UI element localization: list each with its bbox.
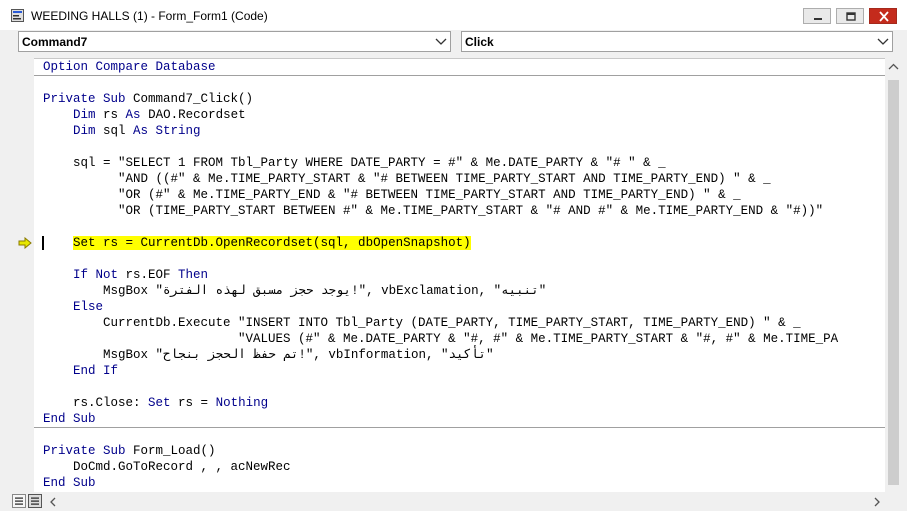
code-line[interactable]: MsgBox "تم حفظ الحجز بنجاح!", vbInformat… bbox=[43, 347, 494, 363]
execution-point-arrow-icon[interactable] bbox=[18, 237, 32, 249]
code-token: Private Sub bbox=[43, 444, 126, 458]
code-line[interactable]: Dim rs As DAO.Recordset bbox=[43, 107, 246, 123]
code-token: rs bbox=[95, 108, 126, 122]
code-line[interactable]: End If bbox=[43, 363, 118, 379]
code-token: MsgBox "تم حفظ الحجز بنجاح!", vbInformat… bbox=[43, 348, 494, 362]
code-token: If Not bbox=[73, 268, 119, 282]
code-token: As bbox=[125, 108, 141, 122]
code-token: Option Compare Database bbox=[43, 60, 216, 74]
code-line[interactable]: CurrentDb.Execute "INSERT INTO Tbl_Party… bbox=[43, 315, 801, 331]
code-token: MsgBox "يوجد حجز مسبق لهذه الفترة!", vbE… bbox=[43, 284, 547, 298]
code-line[interactable]: Private Sub Form_Load() bbox=[43, 443, 216, 459]
code-token: "OR (TIME_PARTY_START BETWEEN #" & Me.TI… bbox=[43, 204, 824, 218]
code-token: sql = "SELECT 1 FROM Tbl_Party WHERE DAT… bbox=[43, 156, 666, 170]
maximize-button[interactable] bbox=[836, 8, 864, 24]
scroll-left-icon[interactable] bbox=[49, 497, 57, 507]
code-token: Nothing bbox=[215, 396, 269, 410]
code-line[interactable]: "OR (#" & Me.TIME_PARTY_END & "# BETWEEN… bbox=[43, 187, 741, 203]
procedure-dropdown[interactable]: Click bbox=[461, 31, 893, 52]
code-line[interactable]: "VALUES (#" & Me.DATE_PARTY & "#, #" & M… bbox=[43, 331, 838, 347]
code-token: rs.Close: bbox=[43, 396, 149, 410]
code-token: End Sub bbox=[43, 476, 96, 490]
code-token: As String bbox=[133, 124, 201, 138]
code-token: Then bbox=[178, 268, 209, 282]
object-dropdown[interactable]: Command7 bbox=[18, 31, 451, 52]
code-token: Set bbox=[148, 396, 171, 410]
scroll-right-icon[interactable] bbox=[873, 497, 881, 507]
code-line[interactable]: End Sub bbox=[43, 411, 96, 427]
code-line[interactable]: rs.Close: Set rs = Nothing bbox=[43, 395, 268, 411]
code-line[interactable]: DoCmd.GoToRecord , , acNewRec bbox=[43, 459, 291, 475]
code-editor[interactable]: Option Compare Database Private Sub Comma… bbox=[34, 58, 885, 492]
code-token: End If bbox=[73, 364, 119, 378]
code-token: "VALUES (#" & Me.DATE_PARTY & "#, #" & M… bbox=[43, 332, 839, 346]
maximize-icon bbox=[846, 12, 856, 21]
procedure-separator bbox=[34, 75, 885, 76]
code-token: sql bbox=[95, 124, 134, 138]
code-line[interactable]: "AND ((#" & Me.TIME_PARTY_START & "# BET… bbox=[43, 171, 771, 187]
minimize-button[interactable] bbox=[803, 8, 831, 24]
vertical-scrollbar[interactable] bbox=[885, 58, 902, 491]
code-line[interactable]: Dim sql As String bbox=[43, 123, 201, 139]
close-button[interactable] bbox=[869, 8, 897, 24]
minimize-icon bbox=[814, 18, 822, 20]
window-title: WEEDING HALLS (1) - Form_Form1 (Code) bbox=[31, 9, 268, 23]
chevron-down-icon[interactable] bbox=[877, 38, 889, 46]
code-token: Else bbox=[73, 300, 104, 314]
object-dropdown-value: Command7 bbox=[22, 35, 88, 49]
procedure-view-icon[interactable] bbox=[12, 494, 26, 508]
code-token: Form_Load() bbox=[125, 444, 216, 458]
code-line[interactable]: sql = "SELECT 1 FROM Tbl_Party WHERE DAT… bbox=[43, 155, 666, 171]
code-token: Dim bbox=[73, 108, 96, 122]
code-token: "OR (#" & Me.TIME_PARTY_END & "# BETWEEN… bbox=[43, 188, 741, 202]
code-line[interactable]: "OR (TIME_PARTY_START BETWEEN #" & Me.TI… bbox=[43, 203, 823, 219]
code-line[interactable]: Set rs = CurrentDb.OpenRecordset(sql, db… bbox=[43, 235, 471, 251]
scroll-up-icon[interactable] bbox=[888, 63, 899, 71]
code-token: DAO.Recordset bbox=[140, 108, 246, 122]
code-token: rs.EOF bbox=[118, 268, 179, 282]
code-line[interactable]: Else bbox=[43, 299, 103, 315]
scrollbar-thumb[interactable] bbox=[888, 80, 899, 485]
code-token: CurrentDb.Execute "INSERT INTO Tbl_Party… bbox=[43, 316, 801, 330]
code-token: Set rs = CurrentDb.OpenRecordset(sql, db… bbox=[73, 236, 471, 250]
chevron-down-icon[interactable] bbox=[435, 38, 447, 46]
code-line[interactable]: Private Sub Command7_Click() bbox=[43, 91, 253, 107]
code-line[interactable]: End Sub bbox=[43, 475, 96, 491]
code-token: Private Sub bbox=[43, 92, 126, 106]
code-token: DoCmd.GoToRecord , , acNewRec bbox=[43, 460, 291, 474]
horizontal-scrollbar[interactable] bbox=[45, 493, 885, 510]
close-icon bbox=[879, 11, 889, 22]
vba-module-icon bbox=[11, 9, 24, 22]
title-bar: WEEDING HALLS (1) - Form_Form1 (Code) bbox=[0, 0, 907, 30]
procedure-separator bbox=[34, 427, 885, 428]
text-cursor bbox=[42, 236, 44, 250]
code-line[interactable]: If Not rs.EOF Then bbox=[43, 267, 208, 283]
code-token: Command7_Click() bbox=[125, 92, 254, 106]
code-token: End Sub bbox=[43, 412, 96, 426]
procedure-dropdown-value: Click bbox=[465, 35, 494, 49]
code-token: Dim bbox=[73, 124, 96, 138]
code-token: "AND ((#" & Me.TIME_PARTY_START & "# BET… bbox=[43, 172, 771, 186]
margin-indicator-bar[interactable] bbox=[11, 58, 35, 491]
code-line[interactable]: MsgBox "يوجد حجز مسبق لهذه الفترة!", vbE… bbox=[43, 283, 546, 299]
full-module-view-icon[interactable] bbox=[28, 494, 42, 508]
code-token: rs = bbox=[170, 396, 216, 410]
code-line[interactable]: Option Compare Database bbox=[43, 59, 216, 75]
